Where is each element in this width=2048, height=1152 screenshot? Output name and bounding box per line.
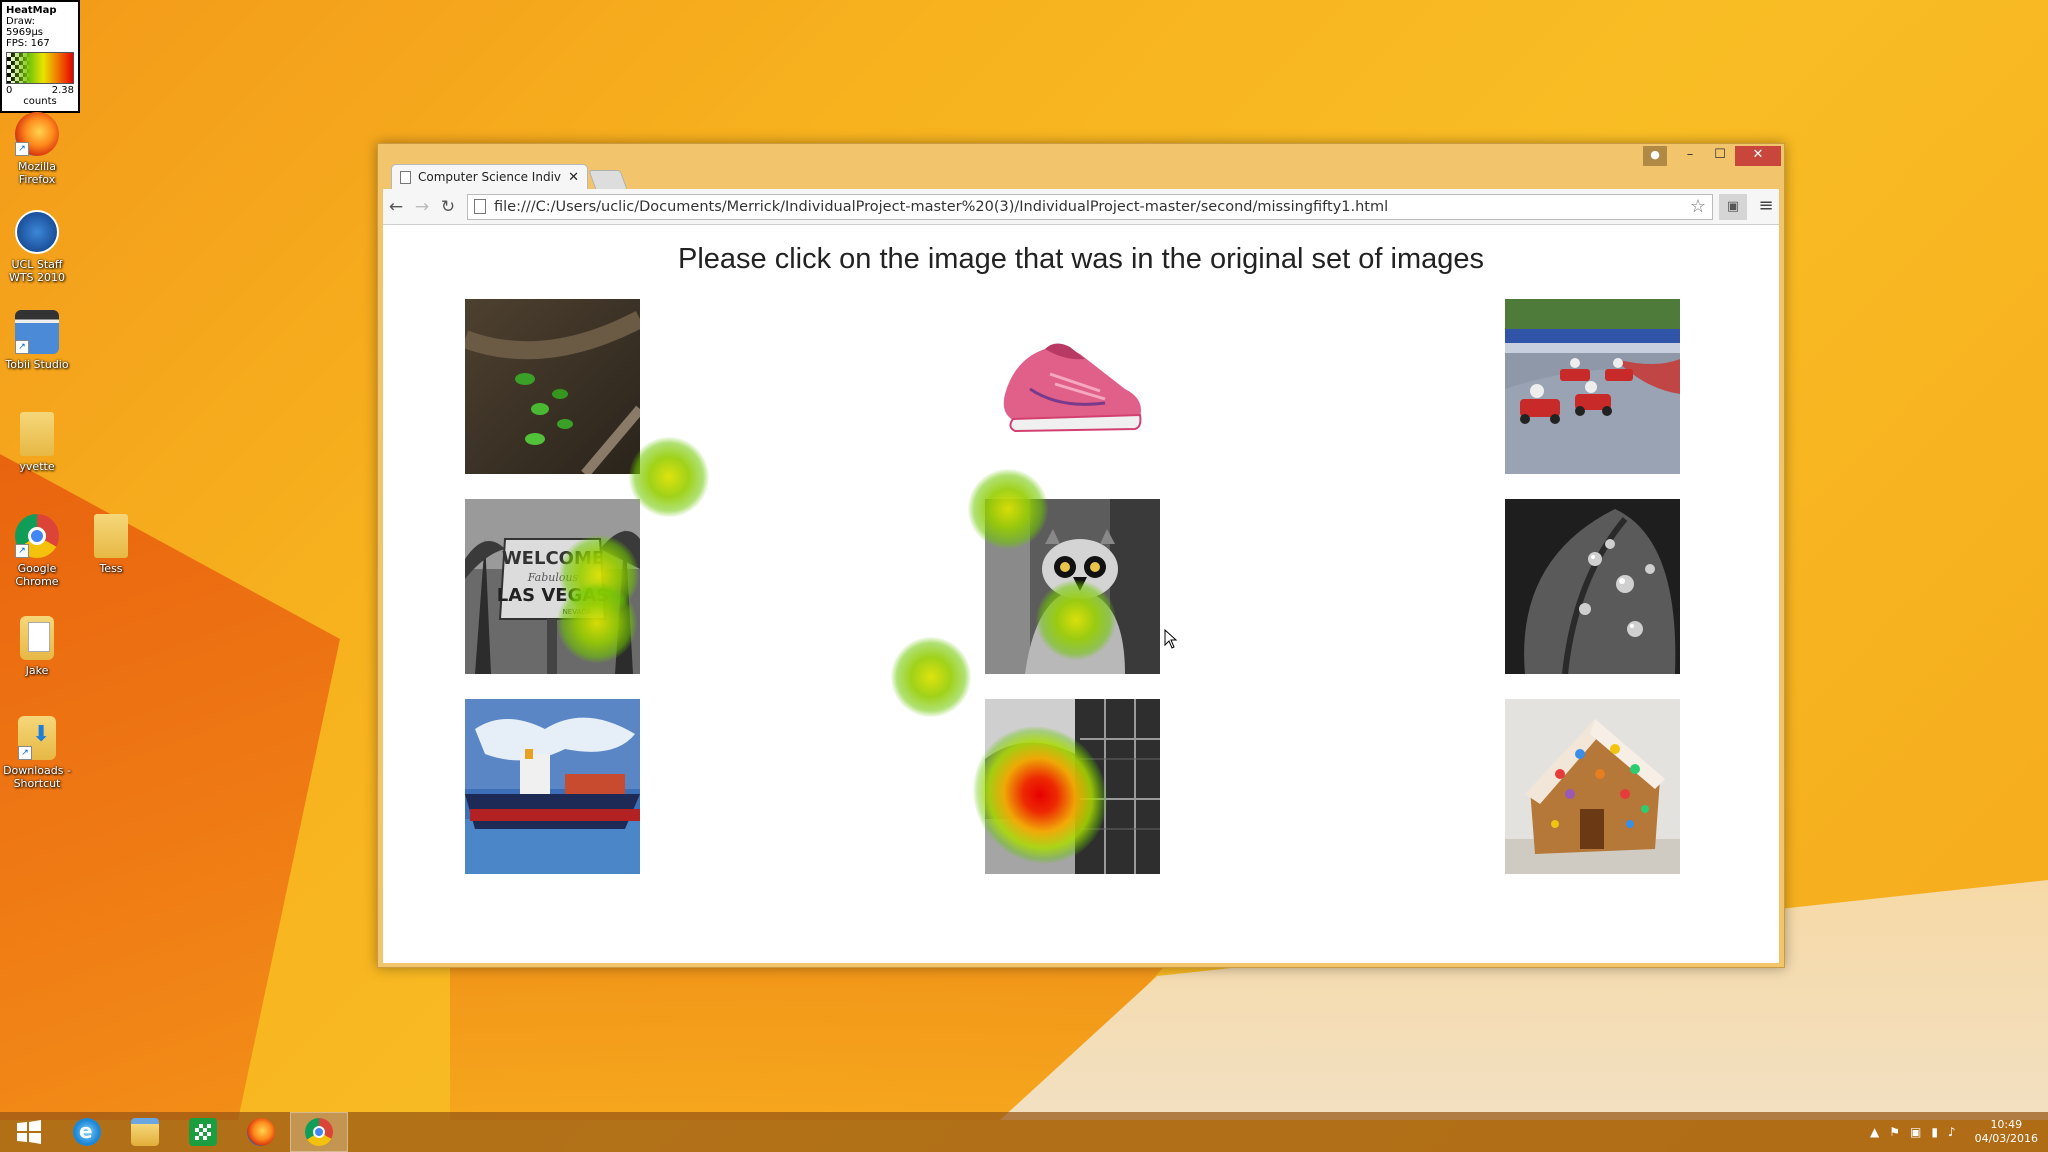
sign-nevada-text: NEVADA	[563, 608, 592, 616]
internet-explorer-icon: e	[73, 1118, 101, 1146]
action-center-flag-icon[interactable]: ⚑	[1889, 1125, 1900, 1139]
image-lemur[interactable]	[985, 499, 1160, 674]
page-icon	[474, 199, 486, 214]
address-bar[interactable]: file:///C:/Users/uclic/Documents/Merrick…	[467, 193, 1713, 220]
image-water-drops-leaf[interactable]	[1505, 499, 1680, 674]
browser-toolbar: ← → ↻ file:///C:/Users/uclic/Documents/M…	[383, 189, 1779, 225]
file-explorer-icon	[131, 1118, 159, 1146]
start-icon	[17, 1120, 41, 1144]
clock-date: 04/03/2016	[1974, 1132, 2038, 1145]
heatmap-scale-values: 0 2.38	[6, 85, 74, 96]
signal-icon[interactable]: ▮	[1931, 1125, 1938, 1139]
desktop-icon-firefox[interactable]: ↗ Mozilla Firefox	[0, 112, 75, 186]
tab-close-icon[interactable]: ✕	[568, 170, 579, 185]
taskbar-file-explorer[interactable]	[116, 1112, 174, 1152]
window-controls: ● – ☐ ✕	[1643, 146, 1781, 166]
image-building-balcony[interactable]	[985, 699, 1160, 874]
taskbar-firefox[interactable]	[232, 1112, 290, 1152]
bookmark-star-icon[interactable]: ☆	[1690, 196, 1706, 217]
desktop-icon-downloads-shortcut[interactable]: ↗ Downloads - Shortcut	[0, 716, 75, 790]
heatmap-units: counts	[23, 96, 57, 107]
desktop-icon-label: Tobii Studio	[5, 358, 69, 371]
desktop-icon-label: UCL Staff WTS 2010	[8, 258, 66, 284]
minimize-button[interactable]: –	[1675, 146, 1705, 166]
extension-icon[interactable]: ▣	[1719, 193, 1747, 220]
sign-welcome-text: WELCOME	[502, 548, 604, 569]
tab-title: Computer Science Individ	[418, 170, 563, 184]
desktop-icon-label: yvette	[19, 460, 55, 473]
network-device-icon[interactable]: ▣	[1910, 1125, 1921, 1139]
start-button[interactable]	[0, 1112, 58, 1152]
clock[interactable]: 10:49 04/03/2016	[1975, 1118, 2038, 1146]
page-viewport: Please click on the image that was in th…	[383, 225, 1779, 963]
sign-vegas-text: LAS VEGAS	[497, 585, 610, 606]
desktop-icon-jake[interactable]: Jake	[0, 616, 75, 677]
back-icon[interactable]: ←	[383, 194, 409, 220]
firefox-icon	[247, 1118, 275, 1146]
heatmap-color-scale	[6, 52, 74, 84]
browser-window: ● – ☐ ✕ Computer Science Individ ✕ ← → ↻…	[377, 143, 1785, 968]
page-icon	[400, 170, 411, 184]
desktop-icon-ucl-staff[interactable]: UCL Staff WTS 2010	[0, 210, 75, 284]
firefox-icon: ↗	[15, 112, 59, 156]
image-pink-sneaker[interactable]	[985, 299, 1160, 474]
mouse-cursor-icon	[1164, 629, 1178, 649]
tab-active[interactable]: Computer Science Individ ✕	[391, 164, 588, 189]
heatmap-gaze-point	[891, 637, 971, 717]
desktop-icon-label: Jake	[25, 664, 49, 677]
desktop-icon-chrome[interactable]: ↗ Google Chrome	[0, 514, 75, 588]
profile-button[interactable]: ●	[1643, 146, 1667, 166]
folder-icon	[20, 616, 54, 660]
show-hidden-icons-icon[interactable]: ▲	[1870, 1125, 1879, 1139]
image-cargo-ship[interactable]	[465, 699, 640, 874]
taskbar: e ▲ ⚑ ▣ ▮ ♪ 10:49 04/03/2016	[0, 1112, 2048, 1152]
maximize-button[interactable]: ☐	[1705, 146, 1735, 166]
reload-icon[interactable]: ↻	[435, 194, 461, 220]
clock-time: 10:49	[1990, 1118, 2023, 1131]
sign-fabulous-text: Fabulous	[527, 571, 579, 584]
system-tray: ▲ ⚑ ▣ ▮ ♪ 10:49 04/03/2016	[1865, 1112, 2038, 1152]
downloads-folder-icon: ↗	[18, 716, 56, 760]
desktop-icon-label: Tess	[99, 562, 123, 575]
close-button[interactable]: ✕	[1735, 146, 1781, 166]
folder-icon	[94, 514, 128, 558]
desktop-icon-tess[interactable]: Tess	[73, 514, 149, 575]
tobii-studio-icon: ↗	[15, 310, 59, 354]
heatmap-draw-time: Draw: 5969µs	[6, 16, 44, 38]
user-icon: ●	[1650, 148, 1660, 161]
taskbar-chrome[interactable]	[290, 1112, 348, 1152]
image-las-vegas-sign[interactable]: WELCOME Fabulous LAS VEGAS NEVADA	[465, 499, 640, 674]
forward-icon[interactable]: →	[409, 194, 435, 220]
heatmap-gaze-point	[629, 437, 709, 517]
heatmap-legend: HeatMap Draw: 5969µs FPS: 167 0 2.38 cou…	[0, 0, 80, 113]
heatmap-scale-min: 0	[6, 85, 13, 96]
heatmap-legend-title: HeatMap	[6, 5, 57, 16]
image-gingerbread-house[interactable]	[1505, 699, 1680, 874]
store-icon	[189, 1118, 217, 1146]
taskbar-store[interactable]	[174, 1112, 232, 1152]
desktop-icon-yvette[interactable]: yvette	[0, 412, 75, 473]
address-bar-url[interactable]: file:///C:/Users/uclic/Documents/Merrick…	[494, 199, 1690, 215]
taskbar-internet-explorer[interactable]: e	[58, 1112, 116, 1152]
chrome-icon: ↗	[15, 514, 59, 558]
page-prompt: Please click on the image that was in th…	[678, 243, 1484, 275]
heatmap-fps: FPS: 167	[6, 38, 50, 49]
heatmap-scale-max: 2.38	[51, 85, 74, 96]
chrome-icon	[305, 1118, 333, 1146]
image-insects-on-branch[interactable]	[465, 299, 640, 474]
menu-icon[interactable]: ≡	[1753, 194, 1779, 220]
image-go-karts[interactable]	[1505, 299, 1680, 474]
folder-icon	[20, 412, 54, 456]
desktop-icon-tobii-studio[interactable]: ↗ Tobii Studio	[0, 310, 75, 371]
remote-desktop-icon	[15, 210, 59, 254]
desktop-icon-label: Mozilla Firefox	[18, 160, 56, 186]
new-tab-button[interactable]	[588, 170, 628, 190]
desktop-icon-label: Downloads - Shortcut	[3, 764, 71, 790]
volume-icon[interactable]: ♪	[1948, 1125, 1956, 1139]
desktop-icon-label: Google Chrome	[15, 562, 59, 588]
